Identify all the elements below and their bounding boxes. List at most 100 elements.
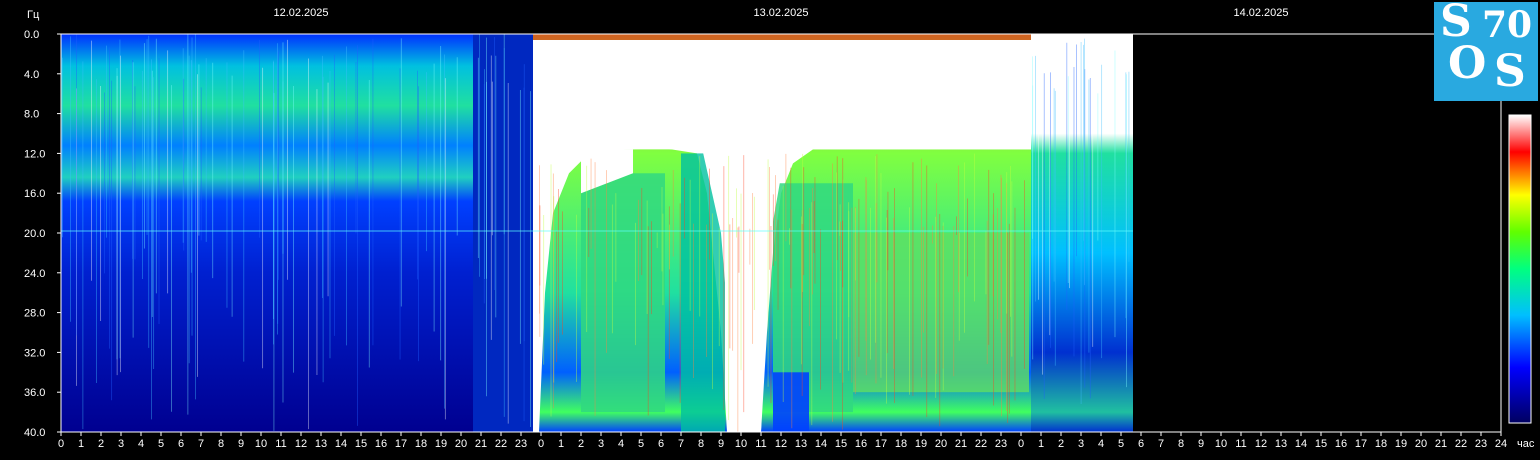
date-label: 13.02.2025: [753, 7, 808, 19]
x-tick-label: 17: [875, 438, 887, 450]
logo-letter-o: O: [1448, 38, 1487, 89]
x-tick-label: 17: [395, 438, 407, 450]
x-tick-label: 3: [118, 438, 124, 450]
logo-number: 70: [1482, 4, 1533, 46]
x-tick-label: 24: [1495, 438, 1507, 450]
x-tick-label: 17: [1355, 438, 1367, 450]
x-tick-label: 14: [815, 438, 827, 450]
x-tick-label: 2: [1058, 438, 1064, 450]
logo-letter-s2: S: [1494, 46, 1526, 97]
x-tick-label: 11: [275, 438, 286, 450]
x-tick-label: 10: [1215, 438, 1227, 450]
x-tick-label: 6: [1138, 438, 1144, 450]
x-tick-label: 16: [375, 438, 387, 450]
x-tick-label: 2: [578, 438, 584, 450]
x-tick-label: 10: [735, 438, 747, 450]
y-tick-label: 32.0: [24, 347, 45, 359]
x-tick-label: 23: [1475, 438, 1487, 450]
y-tick-label: 40.0: [24, 427, 45, 439]
x-tick-label: 6: [178, 438, 184, 450]
x-axis: 0 1 2 3 4 5 6 7 8 9 10 11 12 13 14 15 16 17 18 19 20 21 22 23 0 1…: [58, 432, 1507, 450]
x-tick-label: 0: [538, 438, 544, 450]
x-tick-label: 2: [98, 438, 104, 450]
x-tick-label: 20: [455, 438, 467, 450]
x-tick-label: 8: [1178, 438, 1184, 450]
y-tick-label: 20.0: [24, 228, 45, 240]
y-tick-label: 36.0: [24, 387, 45, 399]
date-labels: 12.02.2025 13.02.2025 14.02.2025: [273, 7, 1288, 19]
date-label: 12.02.2025: [273, 7, 328, 19]
x-tick-label: 9: [718, 438, 724, 450]
x-tick-label: 8: [698, 438, 704, 450]
x-tick-label: 15: [835, 438, 847, 450]
y-tick-label: 28.0: [24, 308, 45, 320]
x-tick-label: 5: [638, 438, 644, 450]
x-tick-label: 23: [995, 438, 1007, 450]
x-tick-label: 21: [475, 438, 487, 450]
x-tick-label: 20: [1415, 438, 1427, 450]
x-tick-label: 12: [1255, 438, 1267, 450]
x-tick-label: 16: [1335, 438, 1347, 450]
color-scale-bar: [1508, 114, 1532, 424]
x-axis-unit-label: час: [1517, 438, 1535, 450]
x-tick-label: 18: [415, 438, 427, 450]
sos70-logo: S 70 O S: [1434, 0, 1538, 101]
y-tick-label: 12.0: [24, 148, 45, 160]
x-tick-label: 8: [218, 438, 224, 450]
y-axis: 0.0 4.0 8.0 12.0 16.0 20.0 24.0 28.0 32.0 36.0 40.…: [24, 29, 61, 439]
x-tick-label: 23: [515, 438, 527, 450]
plot-area: [60, 33, 1502, 433]
activity-band-e: [773, 372, 809, 432]
x-tick-label: 22: [975, 438, 987, 450]
x-tick-label: 11: [1235, 438, 1246, 450]
x-tick-label: 22: [495, 438, 507, 450]
x-tick-label: 15: [355, 438, 367, 450]
x-tick-label: 19: [1395, 438, 1407, 450]
y-axis-unit-label: Гц: [27, 9, 40, 21]
x-tick-label: 1: [1038, 438, 1044, 450]
x-tick-label: 15: [1315, 438, 1327, 450]
x-tick-label: 9: [238, 438, 244, 450]
y-tick-label: 0.0: [24, 29, 39, 41]
x-tick-label: 12: [775, 438, 787, 450]
x-tick-label: 16: [855, 438, 867, 450]
x-tick-label: 6: [658, 438, 664, 450]
x-tick-label: 18: [1375, 438, 1387, 450]
activity-band-a: [581, 173, 665, 413]
x-tick-label: 3: [598, 438, 604, 450]
x-tick-label: 9: [1198, 438, 1204, 450]
y-tick-label: 8.0: [24, 109, 39, 121]
x-tick-label: 19: [915, 438, 927, 450]
spectrum-region-day1: [61, 34, 473, 432]
y-tick-label: 16.0: [24, 188, 45, 200]
x-tick-label: 11: [755, 438, 766, 450]
x-tick-label: 21: [955, 438, 967, 450]
x-tick-label: 13: [315, 438, 327, 450]
saturation-top: [533, 39, 1031, 150]
x-tick-label: 13: [1275, 438, 1287, 450]
x-tick-label: 7: [1158, 438, 1164, 450]
y-tick-label: 24.0: [24, 268, 45, 280]
x-tick-label: 3: [1078, 438, 1084, 450]
x-tick-label: 4: [138, 438, 144, 450]
x-tick-label: 5: [158, 438, 164, 450]
activity-band-c: [853, 233, 1029, 393]
x-tick-label: 5: [1118, 438, 1124, 450]
x-tick-label: 4: [1098, 438, 1104, 450]
x-tick-label: 4: [618, 438, 624, 450]
x-tick-label: 12: [295, 438, 307, 450]
x-tick-label: 1: [558, 438, 564, 450]
x-tick-label: 20: [935, 438, 947, 450]
x-tick-label: 7: [198, 438, 204, 450]
x-tick-label: 14: [335, 438, 347, 450]
x-tick-label: 1: [78, 438, 84, 450]
x-tick-label: 19: [435, 438, 447, 450]
date-label: 14.02.2025: [1233, 7, 1288, 19]
x-tick-label: 7: [678, 438, 684, 450]
x-tick-label: 22: [1455, 438, 1467, 450]
spectrogram-chart: 0.0 4.0 8.0 12.0 16.0 20.0 24.0 28.0 32.0 36.0 40.…: [24, 7, 1535, 450]
x-tick-label: 13: [795, 438, 807, 450]
x-tick-label: 10: [255, 438, 267, 450]
x-tick-label: 0: [1018, 438, 1024, 450]
x-tick-label: 21: [1435, 438, 1447, 450]
